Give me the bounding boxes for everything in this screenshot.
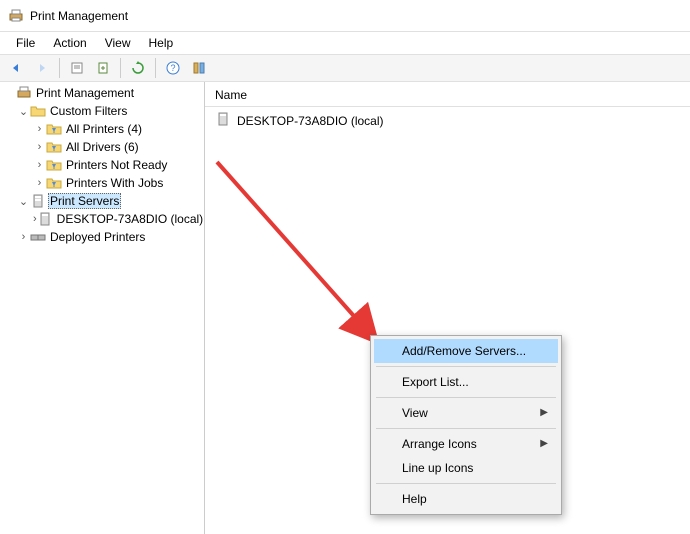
menu-separator — [376, 397, 556, 398]
tree-all-printers[interactable]: › All Printers (4) — [0, 120, 204, 138]
tree-label: All Printers (4) — [64, 122, 144, 136]
tree-pane: Print Management ⌄ Custom Filters › All … — [0, 82, 205, 534]
menu-export-list[interactable]: Export List... — [374, 370, 558, 394]
app-icon — [8, 8, 24, 24]
collapse-icon[interactable]: ⌄ — [16, 195, 30, 208]
window-title: Print Management — [30, 9, 128, 23]
menu-line-up-icons[interactable]: Line up Icons — [374, 456, 558, 480]
menu-action[interactable]: Action — [45, 34, 94, 52]
properties-button[interactable] — [65, 56, 89, 80]
tree-print-servers[interactable]: ⌄ Print Servers — [0, 192, 204, 210]
menu-help[interactable]: Help — [374, 487, 558, 511]
tree-root[interactable]: Print Management — [0, 84, 204, 102]
deployed-printers-icon — [30, 229, 46, 245]
export-button[interactable] — [91, 56, 115, 80]
forward-button[interactable] — [30, 56, 54, 80]
tree-server-desktop[interactable]: › DESKTOP-73A8DIO (local) — [0, 210, 204, 228]
folder-icon — [30, 103, 46, 119]
list-item-label: DESKTOP-73A8DIO (local) — [237, 114, 384, 128]
tree-label: Deployed Printers — [48, 230, 147, 244]
menu-arrange-icons[interactable]: Arrange Icons ▶ — [374, 432, 558, 456]
content-area: Print Management ⌄ Custom Filters › All … — [0, 82, 690, 534]
tree-label: Custom Filters — [48, 104, 129, 118]
column-header-name[interactable]: Name — [205, 84, 690, 107]
back-button[interactable] — [4, 56, 28, 80]
server-icon — [37, 211, 53, 227]
submenu-arrow-icon: ▶ — [540, 407, 548, 418]
columns-button[interactable] — [187, 56, 211, 80]
filter-icon — [46, 175, 62, 191]
toolbar-separator — [155, 58, 156, 78]
tree-deployed-printers[interactable]: › Deployed Printers — [0, 228, 204, 246]
list-item[interactable]: DESKTOP-73A8DIO (local) — [205, 107, 690, 134]
refresh-button[interactable] — [126, 56, 150, 80]
tree-label: Print Management — [34, 86, 136, 100]
filter-icon — [46, 157, 62, 173]
server-icon — [215, 111, 231, 130]
filter-icon — [46, 139, 62, 155]
menu-separator — [376, 483, 556, 484]
context-menu: Add/Remove Servers... Export List... Vie… — [370, 335, 562, 515]
tree-label: Printers With Jobs — [64, 176, 165, 190]
expand-icon[interactable]: › — [32, 159, 46, 171]
tree-all-drivers[interactable]: › All Drivers (6) — [0, 138, 204, 156]
menubar: File Action View Help — [0, 32, 690, 54]
toolbar-separator — [59, 58, 60, 78]
titlebar: Print Management — [0, 0, 690, 32]
menu-view-label: View — [402, 406, 428, 420]
menu-help[interactable]: Help — [141, 34, 182, 52]
svg-text:?: ? — [170, 63, 175, 73]
tree-label: All Drivers (6) — [64, 140, 141, 154]
toolbar-separator — [120, 58, 121, 78]
menu-add-remove-servers[interactable]: Add/Remove Servers... — [374, 339, 558, 363]
tree-printers-not-ready[interactable]: › Printers Not Ready — [0, 156, 204, 174]
submenu-arrow-icon: ▶ — [540, 438, 548, 449]
filter-icon — [46, 121, 62, 137]
expand-icon[interactable]: › — [32, 177, 46, 189]
menu-view[interactable]: View ▶ — [374, 401, 558, 425]
menu-separator — [376, 366, 556, 367]
menu-file[interactable]: File — [8, 34, 43, 52]
menu-separator — [376, 428, 556, 429]
tree-printers-with-jobs[interactable]: › Printers With Jobs — [0, 174, 204, 192]
print-management-icon — [16, 85, 32, 101]
server-icon — [30, 193, 46, 209]
tree-label: DESKTOP-73A8DIO (local) — [55, 212, 205, 226]
menu-arrange-icons-label: Arrange Icons — [402, 437, 477, 451]
toolbar: ? — [0, 54, 690, 82]
expand-icon[interactable]: › — [16, 231, 30, 243]
tree-label: Print Servers — [48, 193, 121, 209]
menu-view[interactable]: View — [97, 34, 139, 52]
expand-icon[interactable]: › — [32, 123, 46, 135]
collapse-icon[interactable]: ⌄ — [16, 105, 30, 118]
help-button[interactable]: ? — [161, 56, 185, 80]
expand-icon[interactable]: › — [32, 141, 46, 153]
tree-label: Printers Not Ready — [64, 158, 169, 172]
tree-custom-filters[interactable]: ⌄ Custom Filters — [0, 102, 204, 120]
